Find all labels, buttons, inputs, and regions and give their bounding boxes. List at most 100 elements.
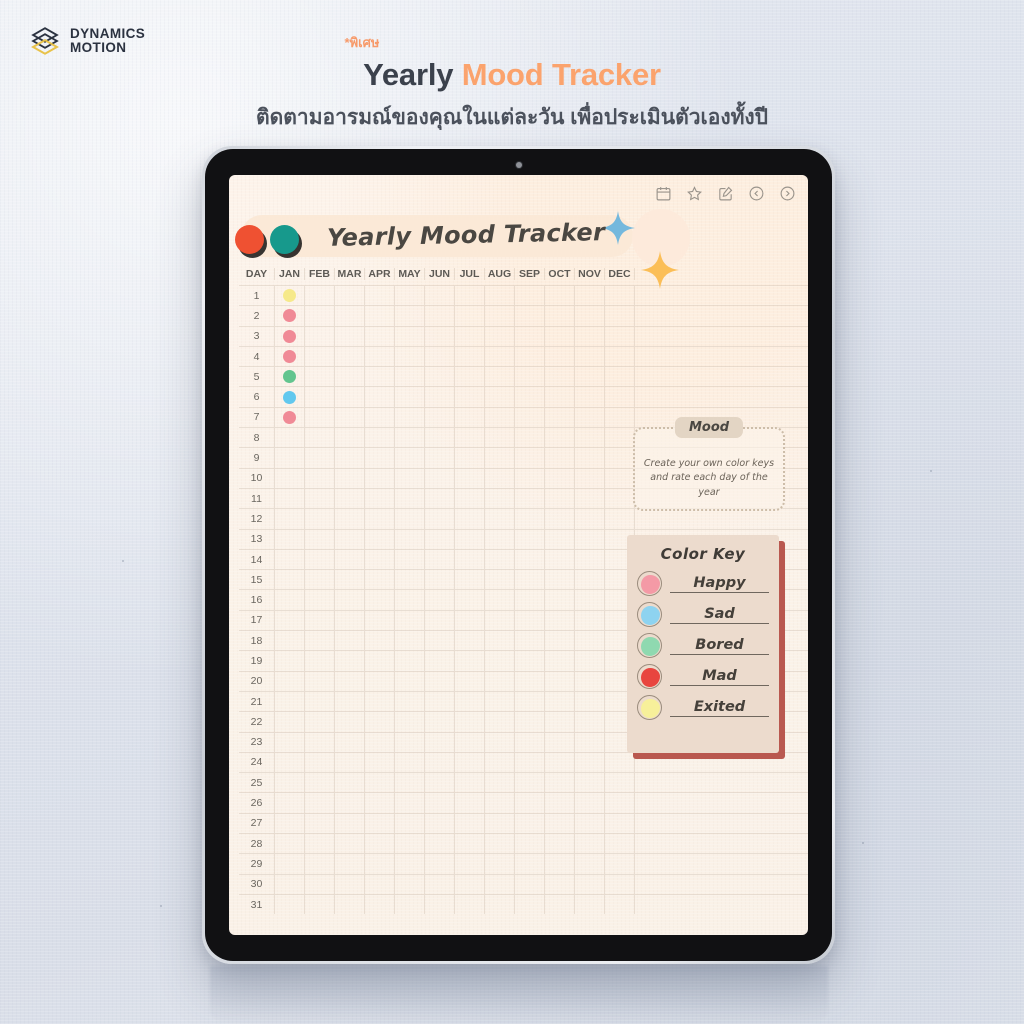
grid-cell[interactable] bbox=[575, 286, 605, 306]
grid-cell[interactable] bbox=[275, 448, 305, 468]
grid-cell[interactable] bbox=[575, 732, 605, 752]
grid-cell[interactable] bbox=[275, 549, 305, 570]
grid-cell[interactable] bbox=[545, 712, 575, 732]
grid-cell[interactable] bbox=[605, 488, 635, 509]
grid-cell[interactable] bbox=[335, 448, 365, 468]
grid-cell[interactable] bbox=[515, 610, 545, 631]
color-key-row[interactable]: Sad bbox=[637, 602, 769, 627]
grid-cell[interactable] bbox=[275, 468, 305, 488]
grid-cell[interactable] bbox=[365, 712, 395, 732]
grid-cell[interactable] bbox=[545, 549, 575, 570]
grid-cell[interactable] bbox=[395, 631, 425, 651]
grid-cell[interactable] bbox=[425, 488, 455, 509]
grid-cell[interactable] bbox=[485, 894, 515, 915]
grid-cell[interactable] bbox=[425, 631, 455, 651]
grid-cell[interactable] bbox=[545, 306, 575, 326]
grid-cell[interactable] bbox=[425, 752, 455, 773]
color-key-swatch[interactable] bbox=[637, 602, 662, 627]
grid-cell[interactable] bbox=[365, 874, 395, 894]
grid-cell[interactable] bbox=[485, 793, 515, 813]
grid-cell[interactable] bbox=[455, 407, 485, 428]
grid-cell[interactable] bbox=[545, 793, 575, 813]
grid-cell[interactable] bbox=[395, 712, 425, 732]
grid-cell[interactable] bbox=[485, 691, 515, 712]
grid-cell[interactable] bbox=[425, 448, 455, 468]
grid-cell[interactable] bbox=[335, 306, 365, 326]
grid-cell[interactable] bbox=[275, 428, 305, 448]
grid-cell[interactable] bbox=[395, 549, 425, 570]
grid-cell[interactable] bbox=[545, 631, 575, 651]
grid-cell[interactable] bbox=[545, 590, 575, 610]
grid-cell[interactable] bbox=[515, 570, 545, 590]
grid-cell[interactable] bbox=[275, 407, 305, 428]
grid-cell[interactable] bbox=[335, 854, 365, 874]
grid-cell[interactable] bbox=[575, 448, 605, 468]
grid-cell[interactable] bbox=[575, 407, 605, 428]
grid-cell[interactable] bbox=[365, 346, 395, 367]
grid-cell[interactable] bbox=[335, 631, 365, 651]
grid-cell[interactable] bbox=[545, 286, 575, 306]
grid-cell[interactable] bbox=[305, 407, 335, 428]
grid-cell[interactable] bbox=[335, 428, 365, 448]
grid-cell[interactable] bbox=[485, 346, 515, 367]
grid-cell[interactable] bbox=[425, 773, 455, 793]
grid-row[interactable]: 29 bbox=[239, 853, 808, 874]
grid-cell[interactable] bbox=[545, 813, 575, 834]
grid-cell[interactable] bbox=[485, 590, 515, 610]
teal-tab-dot[interactable] bbox=[270, 225, 299, 254]
grid-cell[interactable] bbox=[275, 773, 305, 793]
grid-cell[interactable] bbox=[425, 509, 455, 529]
grid-cell[interactable] bbox=[575, 610, 605, 631]
grid-cell[interactable] bbox=[575, 834, 605, 854]
grid-cell[interactable] bbox=[575, 306, 605, 326]
next-page-icon[interactable] bbox=[779, 185, 796, 202]
grid-cell[interactable] bbox=[425, 549, 455, 570]
grid-cell[interactable] bbox=[365, 813, 395, 834]
grid-cell[interactable] bbox=[605, 407, 635, 428]
grid-cell[interactable] bbox=[575, 813, 605, 834]
grid-cell[interactable] bbox=[335, 387, 365, 407]
grid-row[interactable]: 28 bbox=[239, 833, 808, 854]
grid-cell[interactable] bbox=[455, 854, 485, 874]
grid-cell[interactable] bbox=[425, 691, 455, 712]
grid-cell[interactable] bbox=[425, 874, 455, 894]
grid-cell[interactable] bbox=[605, 834, 635, 854]
grid-cell[interactable] bbox=[515, 509, 545, 529]
grid-cell[interactable] bbox=[395, 590, 425, 610]
grid-cell[interactable] bbox=[395, 468, 425, 488]
grid-cell[interactable] bbox=[425, 813, 455, 834]
grid-cell[interactable] bbox=[275, 488, 305, 509]
grid-cell[interactable] bbox=[365, 387, 395, 407]
grid-cell[interactable] bbox=[335, 691, 365, 712]
grid-cell[interactable] bbox=[455, 712, 485, 732]
grid-cell[interactable] bbox=[335, 834, 365, 854]
grid-cell[interactable] bbox=[335, 793, 365, 813]
grid-cell[interactable] bbox=[395, 732, 425, 752]
grid-cell[interactable] bbox=[515, 306, 545, 326]
grid-cell[interactable] bbox=[575, 631, 605, 651]
grid-cell[interactable] bbox=[515, 894, 545, 915]
grid-cell[interactable] bbox=[305, 671, 335, 691]
grid-row[interactable]: 12 bbox=[239, 508, 808, 529]
grid-cell[interactable] bbox=[335, 367, 365, 387]
grid-cell[interactable] bbox=[275, 509, 305, 529]
grid-cell[interactable] bbox=[425, 732, 455, 752]
mood-dot[interactable] bbox=[283, 390, 296, 404]
grid-cell[interactable] bbox=[305, 894, 335, 915]
grid-row[interactable]: 26 bbox=[239, 792, 808, 813]
grid-cell[interactable] bbox=[515, 590, 545, 610]
grid-cell[interactable] bbox=[575, 712, 605, 732]
grid-cell[interactable] bbox=[575, 793, 605, 813]
star-icon[interactable] bbox=[686, 185, 703, 202]
grid-cell[interactable] bbox=[515, 286, 545, 306]
grid-cell[interactable] bbox=[395, 428, 425, 448]
mood-dot[interactable] bbox=[283, 309, 296, 323]
grid-cell[interactable] bbox=[305, 834, 335, 854]
grid-cell[interactable] bbox=[305, 631, 335, 651]
grid-cell[interactable] bbox=[545, 367, 575, 387]
grid-cell[interactable] bbox=[605, 752, 635, 773]
grid-cell[interactable] bbox=[485, 509, 515, 529]
grid-cell[interactable] bbox=[365, 651, 395, 671]
grid-row[interactable]: 30 bbox=[239, 873, 808, 894]
grid-cell[interactable] bbox=[395, 367, 425, 387]
